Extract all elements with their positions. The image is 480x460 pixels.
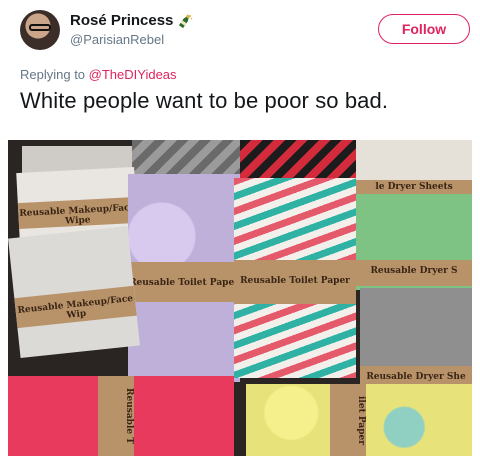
label-dryer-1: le Dryer Sheets [375, 182, 453, 192]
label-dryer-3: Reusable Dryer She [366, 372, 466, 382]
package-feathers: Reusable Toilet Paper [234, 178, 356, 378]
package-owl-lavender: Reusable Toilet Paper [128, 174, 240, 382]
label-toilet-1: Reusable Toilet Paper [129, 278, 239, 288]
package-foxes-gray: Reusable Dryer She [360, 288, 472, 388]
tweet-photo[interactable]: Reusable Makeup/Face Wipe Reusable Toile… [8, 140, 472, 456]
label-dryer-2: Reusable Dryer S [370, 266, 458, 276]
label-makeup-1: Reusable Makeup/Face Wipe [19, 202, 136, 227]
tweet-header: Rosé Princess @ParisianRebel Follow [20, 10, 470, 54]
name-row: Rosé Princess [70, 12, 193, 29]
champagne-bottle-icon [179, 13, 193, 28]
display-name[interactable]: Rosé Princess [70, 12, 173, 29]
label-bottom-1: Reusable T [124, 388, 134, 444]
label-toilet-2: Reusable Toilet Paper [240, 276, 350, 286]
follow-button[interactable]: Follow [378, 14, 470, 44]
glasses-decoration [29, 24, 51, 31]
package-dots-yellow: ilet Paper [246, 384, 472, 456]
label-bottom-2: ilet Paper [356, 395, 366, 445]
avatar[interactable] [20, 10, 60, 50]
reply-mention-link[interactable]: @TheDIYideas [89, 67, 177, 82]
replying-prefix: Replying to [20, 67, 86, 82]
replying-to: Replying to @TheDIYideas [20, 67, 177, 82]
package-hedgehog-pink: Reusable T [8, 376, 234, 456]
package-makeup-2: Reusable Makeup/Face Wip [8, 226, 140, 358]
user-handle[interactable]: @ParisianRebel [70, 32, 193, 47]
label-makeup-2: Reusable Makeup/Face Wip [17, 293, 134, 321]
tweet-text: White people want to be poor so bad. [20, 88, 389, 113]
user-info: Rosé Princess @ParisianRebel [70, 12, 193, 47]
package-foxes-green: le Dryer Sheets Reusable Dryer S [356, 180, 472, 290]
